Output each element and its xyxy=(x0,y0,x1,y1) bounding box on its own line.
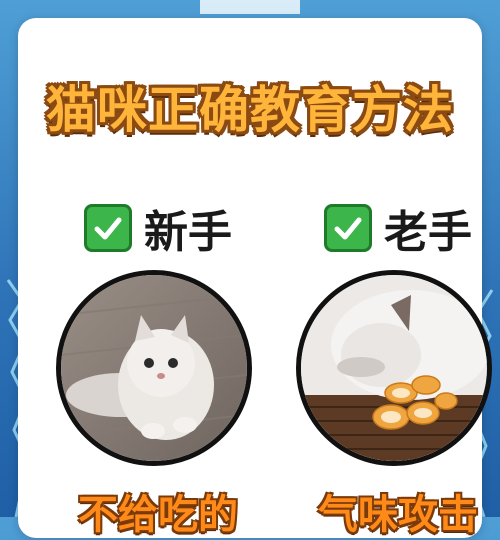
column-caption: 气味攻击 xyxy=(318,492,478,538)
column-label: 老手 xyxy=(384,207,472,258)
label-row-beginner: 新手 xyxy=(48,198,268,258)
check-mark-icon xyxy=(324,204,372,252)
column-expert: 老手 气味攻击 xyxy=(288,198,500,538)
column-label: 新手 xyxy=(144,207,232,258)
page-title: 猫咪正确教育方法 xyxy=(46,81,454,139)
cat-photo-expert xyxy=(296,270,492,466)
label-row-expert: 老手 xyxy=(288,198,500,258)
content-card: 猫咪正确教育方法 新手 不给吃的 老手 气味攻击 xyxy=(18,18,492,538)
check-mark-icon xyxy=(84,204,132,252)
column-beginner: 新手 不给吃的 xyxy=(48,198,268,538)
cat-photo-beginner xyxy=(56,270,252,466)
column-caption: 不给吃的 xyxy=(78,492,238,538)
